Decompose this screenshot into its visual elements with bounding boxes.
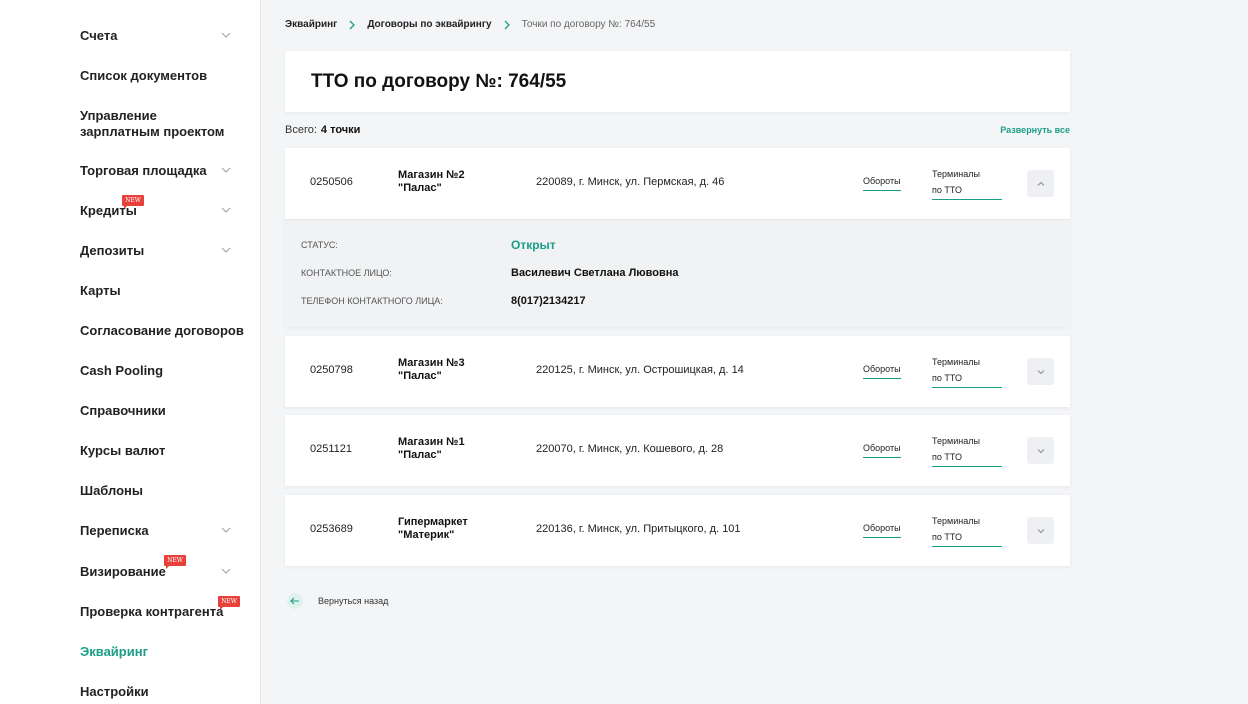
expand-button[interactable] [1027, 517, 1054, 544]
sidebar: Счета Список документов Управление зарпл… [0, 0, 261, 704]
breadcrumb-contracts[interactable]: Договоры по эквайрингу [367, 19, 491, 30]
chevron-down-icon[interactable] [221, 30, 231, 40]
chevron-up-icon [1037, 181, 1044, 186]
sidebar-item-documents[interactable]: Список документов [80, 68, 245, 84]
new-badge: NEW [218, 596, 240, 610]
expand-all-link[interactable]: Развернуть все [1000, 125, 1070, 135]
title-card: ТТО по договору №: 764/55 [285, 51, 1070, 112]
terminals-link[interactable]: Терминалы по ТТО [932, 166, 1002, 200]
collapse-button[interactable] [1027, 170, 1054, 197]
total-value: 4 точки [320, 124, 361, 136]
phone-label: ТЕЛЕФОН КОНТАКТНОГО ЛИЦА: [301, 296, 443, 306]
point-row[interactable]: 0253689 Гипермаркет "Материк" 220136, г.… [285, 495, 1070, 566]
expand-button[interactable] [1027, 437, 1054, 464]
chevron-down-icon[interactable] [221, 245, 231, 255]
chevron-right-icon [348, 20, 356, 30]
turnover-link[interactable]: Обороты [863, 443, 901, 458]
point-address: 220089, г. Минск, ул. Пермская, д. 46 [536, 176, 725, 188]
turnover-link[interactable]: Обороты [863, 364, 901, 379]
terminals-link[interactable]: Терминалы по ТТО [932, 513, 1002, 547]
total-count: Всего: 4 точки [285, 124, 360, 136]
sidebar-item-settings[interactable]: Настройки [80, 684, 245, 700]
sidebar-item-acquiring[interactable]: Эквайринг [80, 644, 245, 660]
chevron-down-icon[interactable] [221, 205, 231, 215]
new-badge: NEW [164, 555, 186, 569]
chevron-down-icon[interactable] [221, 566, 231, 576]
chevron-right-icon [503, 20, 511, 30]
point-name: Магазин №2 "Палас" [398, 169, 465, 194]
point-address: 220125, г. Минск, ул. Острошицкая, д. 14 [536, 364, 744, 376]
back-label: Вернуться назад [318, 596, 389, 606]
total-label: Всего: [285, 124, 317, 136]
expand-button[interactable] [1027, 358, 1054, 385]
status-value: Открыт [511, 238, 556, 252]
point-address: 220070, г. Минск, ул. Кошевого, д. 28 [536, 443, 724, 455]
sidebar-item-references[interactable]: Справочники [80, 403, 245, 419]
terminals-link[interactable]: Терминалы по ТТО [932, 433, 1002, 467]
sidebar-item-currency-rates[interactable]: Курсы валют [80, 443, 245, 459]
sidebar-item-salary-project[interactable]: Управление зарплатным проектом [80, 108, 245, 140]
point-details: СТАТУС: Открыт КОНТАКТНОЕ ЛИЦО: Василеви… [285, 219, 1070, 327]
sidebar-item-contract-approval[interactable]: Согласование договоров [80, 323, 245, 339]
breadcrumb-acquiring[interactable]: Эквайринг [285, 19, 337, 30]
arrow-left-icon [287, 593, 303, 609]
point-code: 0253689 [310, 523, 353, 535]
turnover-link[interactable]: Обороты [863, 176, 901, 191]
chevron-down-icon[interactable] [221, 165, 231, 175]
point-row[interactable]: 0250798 Магазин №3 "Палас" 220125, г. Ми… [285, 336, 1070, 407]
sidebar-item-cards[interactable]: Карты [80, 283, 245, 299]
chevron-down-icon [1037, 528, 1044, 533]
point-name: Магазин №1 "Палас" [398, 436, 465, 461]
back-button[interactable]: Вернуться назад [287, 593, 388, 609]
sidebar-item-templates[interactable]: Шаблоны [80, 483, 245, 499]
breadcrumb: Эквайринг Договоры по эквайрингу Точки п… [285, 19, 655, 30]
terminals-link[interactable]: Терминалы по ТТО [932, 354, 1002, 388]
point-card: 0250798 Магазин №3 "Палас" 220125, г. Ми… [285, 336, 1070, 407]
contact-value: Василевич Светлана Лювовна [511, 267, 679, 279]
breadcrumb-current: Точки по договору №: 764/55 [521, 19, 656, 30]
point-name: Магазин №3 "Палас" [398, 357, 465, 382]
status-label: СТАТУС: [301, 240, 338, 250]
point-card: 0253689 Гипермаркет "Материк" 220136, г.… [285, 495, 1070, 566]
point-name: Гипермаркет "Материк" [398, 516, 468, 541]
chevron-down-icon [1037, 369, 1044, 374]
chevron-down-icon [1037, 448, 1044, 453]
point-code: 0251121 [310, 443, 353, 455]
point-code: 0250506 [310, 176, 353, 188]
phone-value: 8(017)2134217 [511, 295, 586, 307]
point-card: 0250506 Магазин №2 "Палас" 220089, г. Ми… [285, 148, 1070, 327]
new-badge: NEW [122, 195, 144, 209]
point-address: 220136, г. Минск, ул. Притыцкого, д. 101 [536, 523, 741, 535]
point-row[interactable]: 0250506 Магазин №2 "Палас" 220089, г. Ми… [285, 148, 1070, 219]
point-code: 0250798 [310, 364, 353, 376]
point-card: 0251121 Магазин №1 "Палас" 220070, г. Ми… [285, 415, 1070, 486]
turnover-link[interactable]: Обороты [863, 523, 901, 538]
chevron-down-icon[interactable] [221, 525, 231, 535]
sidebar-item-cash-pooling[interactable]: Cash Pooling [80, 363, 245, 379]
point-row[interactable]: 0251121 Магазин №1 "Палас" 220070, г. Ми… [285, 415, 1070, 486]
page-title: ТТО по договору №: 764/55 [311, 71, 567, 92]
contact-label: КОНТАКТНОЕ ЛИЦО: [301, 268, 392, 278]
